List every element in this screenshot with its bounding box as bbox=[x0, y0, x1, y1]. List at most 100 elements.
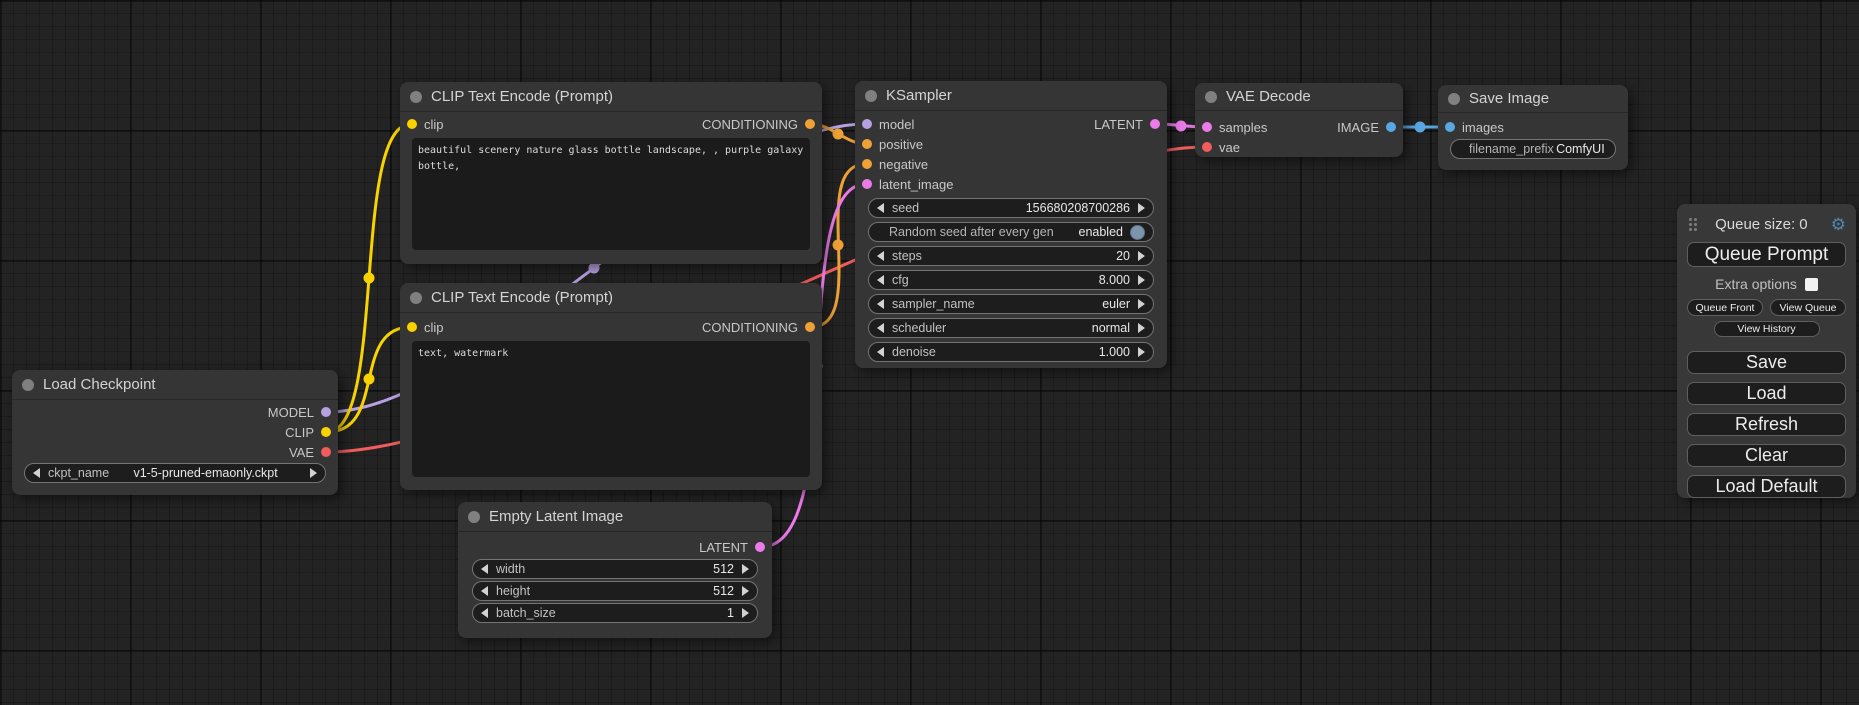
widget-value: euler bbox=[1102, 297, 1130, 311]
cfg-widget[interactable]: cfg 8.000 bbox=[868, 270, 1154, 290]
height-widget[interactable]: height 512 bbox=[472, 581, 758, 601]
node-title-bar[interactable]: CLIP Text Encode (Prompt) bbox=[400, 283, 822, 313]
input-slot-positive[interactable] bbox=[862, 139, 872, 149]
decrement-arrow-icon[interactable] bbox=[877, 347, 884, 357]
increment-arrow-icon[interactable] bbox=[742, 608, 749, 618]
widget-value: v1-5-pruned-emaonly.ckpt bbox=[133, 466, 277, 480]
node-ksampler[interactable]: KSampler model LATENT positive negative … bbox=[855, 81, 1167, 368]
input-slot-model[interactable] bbox=[862, 119, 872, 129]
widget-label: batch_size bbox=[496, 606, 556, 620]
save-button[interactable]: Save bbox=[1687, 351, 1846, 374]
node-title: VAE Decode bbox=[1226, 88, 1311, 105]
clear-button[interactable]: Clear bbox=[1687, 444, 1846, 467]
input-label-samples: samples bbox=[1219, 120, 1267, 135]
input-label-negative: negative bbox=[879, 157, 928, 172]
input-slot-negative[interactable] bbox=[862, 159, 872, 169]
increment-arrow-icon[interactable] bbox=[1138, 251, 1145, 261]
node-save-image[interactable]: Save Image images filename_prefix ComfyU… bbox=[1438, 85, 1628, 170]
decrement-arrow-icon[interactable] bbox=[481, 586, 488, 596]
batch-size-widget[interactable]: batch_size 1 bbox=[472, 603, 758, 623]
node-title-bar[interactable]: Save Image bbox=[1438, 85, 1628, 113]
width-widget[interactable]: width 512 bbox=[472, 559, 758, 579]
output-label-vae: VAE bbox=[289, 445, 314, 460]
output-slot-conditioning[interactable] bbox=[805, 119, 815, 129]
node-title-bar[interactable]: Load Checkpoint bbox=[12, 370, 338, 400]
widget-label: height bbox=[496, 584, 530, 598]
input-label-clip: clip bbox=[424, 117, 444, 132]
input-label-images: images bbox=[1462, 120, 1504, 135]
output-slot-conditioning[interactable] bbox=[805, 322, 815, 332]
queue-panel: Queue size: 0 ⚙ Queue Prompt Extra optio… bbox=[1677, 204, 1856, 498]
node-title: Save Image bbox=[1469, 90, 1549, 107]
steps-widget[interactable]: steps 20 bbox=[868, 246, 1154, 266]
increment-arrow-icon[interactable] bbox=[1138, 323, 1145, 333]
ckpt-name-widget[interactable]: ckpt_name v1-5-pruned-emaonly.ckpt bbox=[24, 463, 326, 483]
load-default-button[interactable]: Load Default bbox=[1687, 475, 1846, 498]
node-title: KSampler bbox=[886, 87, 952, 104]
increment-arrow-icon[interactable] bbox=[310, 468, 317, 478]
node-status-dot-icon bbox=[410, 292, 422, 304]
widget-label: steps bbox=[892, 249, 922, 263]
decrement-arrow-icon[interactable] bbox=[877, 299, 884, 309]
node-title-bar[interactable]: KSampler bbox=[855, 81, 1167, 111]
decrement-arrow-icon[interactable] bbox=[33, 468, 40, 478]
input-slot-vae[interactable] bbox=[1202, 142, 1212, 152]
increment-arrow-icon[interactable] bbox=[742, 564, 749, 574]
decrement-arrow-icon[interactable] bbox=[877, 251, 884, 261]
node-title-bar[interactable]: Empty Latent Image bbox=[458, 502, 772, 532]
prompt-textarea[interactable]: text, watermark bbox=[412, 341, 810, 477]
input-slot-clip[interactable] bbox=[407, 119, 417, 129]
input-slot-images[interactable] bbox=[1445, 122, 1455, 132]
node-clip-text-encode-negative[interactable]: CLIP Text Encode (Prompt) clip CONDITION… bbox=[400, 283, 822, 490]
extra-options-checkbox[interactable] bbox=[1805, 278, 1818, 291]
random-seed-widget[interactable]: Random seed after every gen enabled bbox=[868, 222, 1154, 242]
prompt-textarea[interactable]: beautiful scenery nature glass bottle la… bbox=[412, 138, 810, 250]
node-vae-decode[interactable]: VAE Decode samples IMAGE vae bbox=[1195, 83, 1403, 157]
node-load-checkpoint[interactable]: Load Checkpoint MODEL CLIP VAE ckpt_name… bbox=[12, 370, 338, 495]
output-slot-latent[interactable] bbox=[1150, 119, 1160, 129]
extra-options-label: Extra options bbox=[1715, 276, 1797, 292]
scheduler-widget[interactable]: scheduler normal bbox=[868, 318, 1154, 338]
node-title-bar[interactable]: VAE Decode bbox=[1195, 83, 1403, 111]
widget-label: denoise bbox=[892, 345, 936, 359]
denoise-widget[interactable]: denoise 1.000 bbox=[868, 342, 1154, 362]
increment-arrow-icon[interactable] bbox=[742, 586, 749, 596]
output-slot-clip[interactable] bbox=[321, 427, 331, 437]
gear-icon[interactable]: ⚙ bbox=[1831, 216, 1846, 233]
input-slot-samples[interactable] bbox=[1202, 122, 1212, 132]
load-button[interactable]: Load bbox=[1687, 382, 1846, 405]
output-slot-latent[interactable] bbox=[755, 542, 765, 552]
output-slot-model[interactable] bbox=[321, 407, 331, 417]
queue-front-button[interactable]: Queue Front bbox=[1687, 299, 1763, 316]
filename-prefix-widget[interactable]: filename_prefix ComfyUI bbox=[1450, 139, 1616, 159]
node-status-dot-icon bbox=[410, 91, 422, 103]
output-slot-vae[interactable] bbox=[321, 447, 331, 457]
queue-prompt-button[interactable]: Queue Prompt bbox=[1687, 242, 1846, 267]
increment-arrow-icon[interactable] bbox=[1138, 203, 1145, 213]
decrement-arrow-icon[interactable] bbox=[877, 203, 884, 213]
toggle-icon[interactable] bbox=[1130, 225, 1145, 240]
decrement-arrow-icon[interactable] bbox=[481, 564, 488, 574]
view-history-button[interactable]: View History bbox=[1714, 321, 1820, 337]
node-status-dot-icon bbox=[1205, 91, 1217, 103]
refresh-button[interactable]: Refresh bbox=[1687, 413, 1846, 436]
comfyui-canvas[interactable]: { "colors": { "model": "#b8a1e3", "clip"… bbox=[0, 0, 1859, 705]
decrement-arrow-icon[interactable] bbox=[877, 275, 884, 285]
view-queue-button[interactable]: View Queue bbox=[1770, 299, 1846, 316]
sampler-name-widget[interactable]: sampler_name euler bbox=[868, 294, 1154, 314]
decrement-arrow-icon[interactable] bbox=[481, 608, 488, 618]
increment-arrow-icon[interactable] bbox=[1138, 275, 1145, 285]
output-label-conditioning: CONDITIONING bbox=[702, 117, 798, 132]
node-clip-text-encode-positive[interactable]: CLIP Text Encode (Prompt) clip CONDITION… bbox=[400, 82, 822, 264]
increment-arrow-icon[interactable] bbox=[1138, 299, 1145, 309]
decrement-arrow-icon[interactable] bbox=[877, 323, 884, 333]
input-slot-clip[interactable] bbox=[407, 322, 417, 332]
input-slot-latent-image[interactable] bbox=[862, 179, 872, 189]
node-empty-latent-image[interactable]: Empty Latent Image LATENT width 512 heig… bbox=[458, 502, 772, 638]
node-title-bar[interactable]: CLIP Text Encode (Prompt) bbox=[400, 82, 822, 112]
output-label-conditioning: CONDITIONING bbox=[702, 320, 798, 335]
increment-arrow-icon[interactable] bbox=[1138, 347, 1145, 357]
node-title: CLIP Text Encode (Prompt) bbox=[431, 289, 613, 306]
output-slot-image[interactable] bbox=[1386, 122, 1396, 132]
seed-widget[interactable]: seed 156680208700286 bbox=[868, 198, 1154, 218]
